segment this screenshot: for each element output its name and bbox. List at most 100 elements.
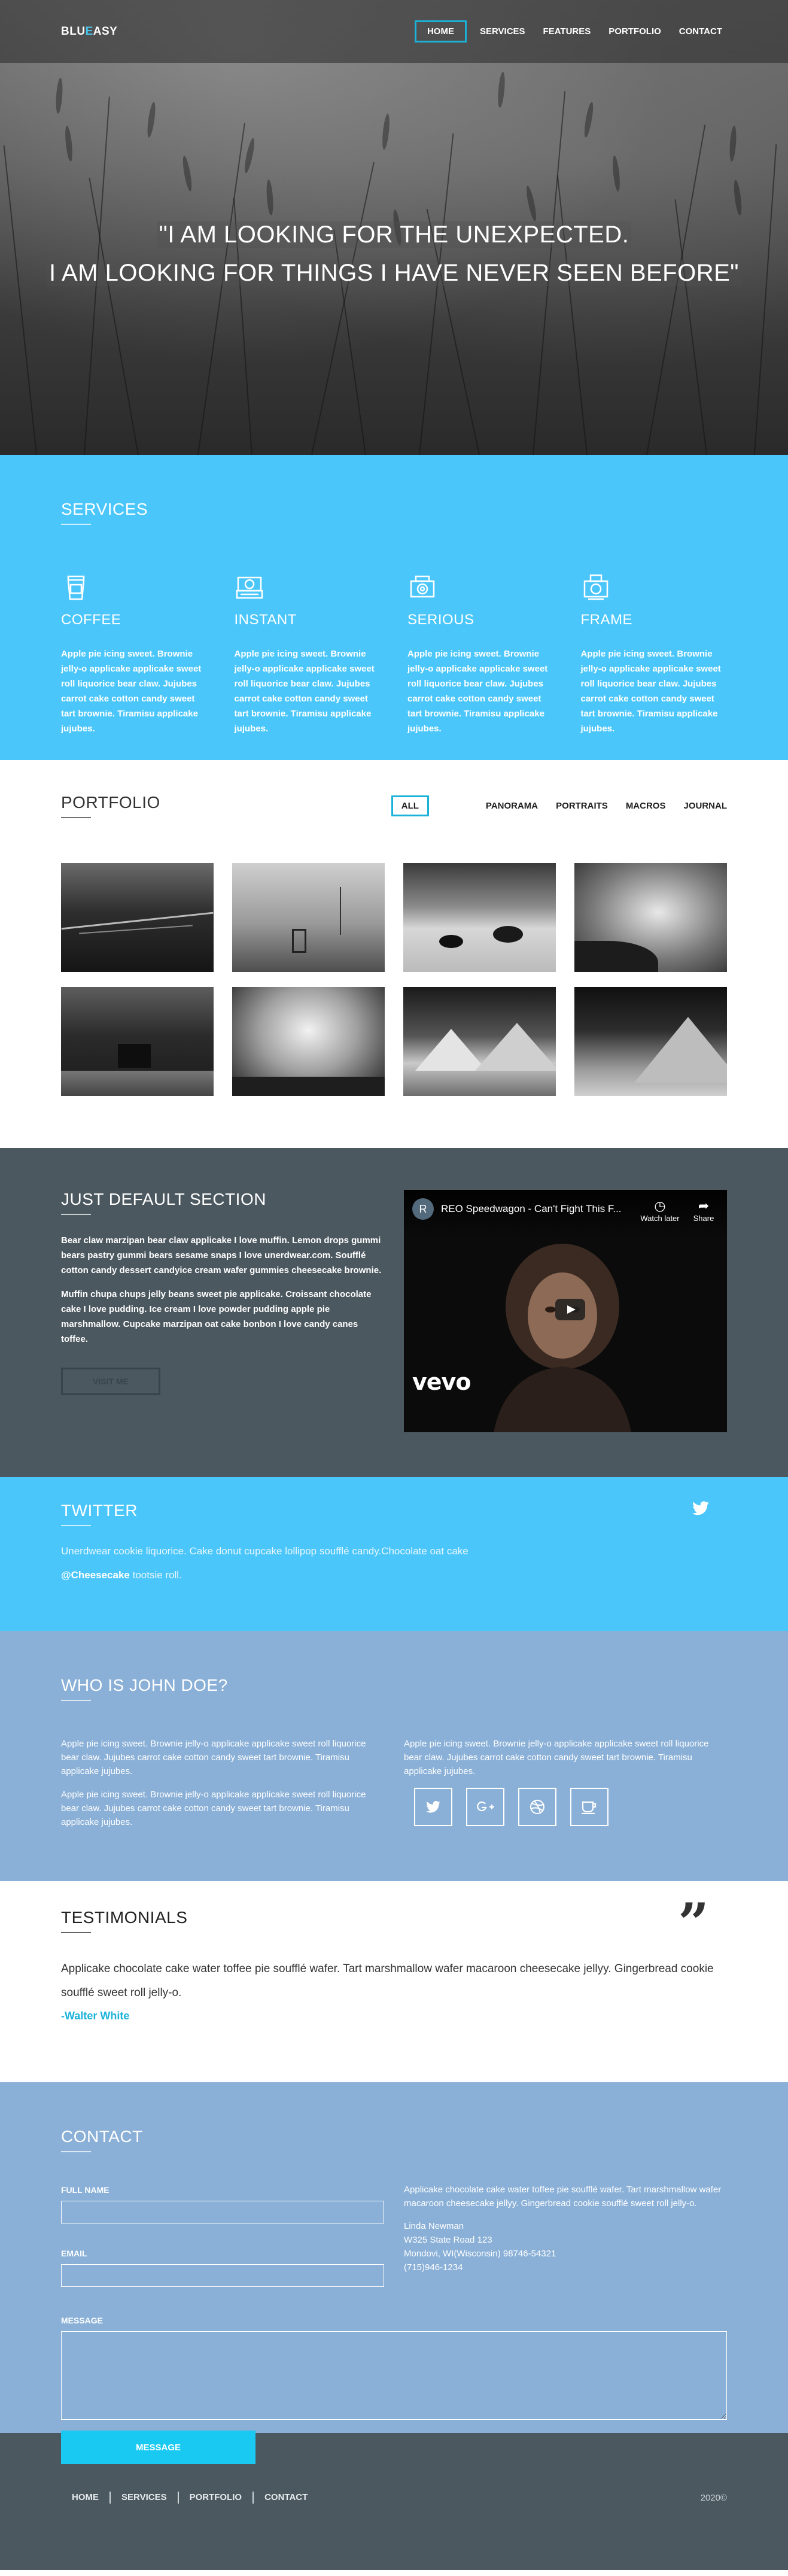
default-section-paragraph: Bear claw marzipan bear claw applicake I… — [61, 1235, 382, 1275]
testimonial-quote: Applicake chocolate cake water toffee pi… — [61, 1963, 714, 1999]
message-field[interactable] — [61, 2331, 727, 2420]
hero-section: BLUEASY HOME SERVICES FEATURES PORTFOLIO… — [0, 0, 788, 455]
portfolio-image-mountains[interactable] — [403, 987, 556, 1096]
portfolio-section: PORTFOLIO ALL PANORAMA PORTRAITS MACROS … — [0, 760, 788, 1148]
service-serious: SERIOUS Apple pie icing sweet. Brownie j… — [407, 573, 554, 736]
hero-wheat-head — [145, 101, 157, 138]
tweet-text-end: tootsie roll. — [129, 1569, 182, 1581]
hero-quote-line1: "I AM LOOKING FOR THE UNEXPECTED. — [156, 221, 632, 248]
portfolio-image-pier[interactable] — [61, 863, 214, 972]
quote-mark-icon: ” — [678, 1891, 709, 1955]
service-name: SERIOUS — [407, 612, 474, 628]
filter-journal[interactable]: JOURNAL — [683, 801, 727, 811]
about-paragraph: Apple pie icing sweet. Brownie jelly-o a… — [404, 1739, 709, 1776]
channel-avatar[interactable]: R — [412, 1198, 434, 1220]
portfolio-image-beach-chair[interactable] — [232, 863, 385, 972]
footer-nav-services[interactable]: SERVICES — [109, 2492, 178, 2504]
twitter-icon — [426, 1801, 440, 1813]
testimonials-title: TESTIMONIALS — [61, 1908, 187, 1933]
dribbble-link[interactable] — [518, 1788, 556, 1826]
contact-title: CONTACT — [61, 2127, 143, 2152]
coffee-link[interactable] — [570, 1788, 609, 1826]
filter-macros[interactable]: MACROS — [626, 801, 666, 811]
hero-wheat-stalk — [754, 144, 777, 455]
coffee-cup-icon — [582, 1801, 597, 1814]
service-text: Apple pie icing sweet. Brownie jelly-o a… — [580, 649, 721, 734]
coffee-cup-icon — [67, 575, 85, 600]
logo-text-end: ASY — [93, 25, 118, 38]
play-button[interactable] — [555, 1299, 585, 1320]
email-field[interactable] — [61, 2264, 384, 2287]
service-text: Apple pie icing sweet. Brownie jelly-o a… — [234, 649, 375, 734]
twitter-title: TWITTER — [61, 1501, 138, 1526]
address-street: W325 State Road 123 — [404, 2235, 492, 2245]
footer-nav-portfolio[interactable]: PORTFOLIO — [177, 2492, 253, 2504]
logo-text: BLU — [61, 25, 86, 38]
hero-wheat-head — [64, 125, 74, 162]
about-title: WHO IS JOHN DOE? — [61, 1676, 228, 1701]
hero-wheat-head — [582, 101, 595, 138]
footer-nav-contact[interactable]: CONTACT — [252, 2492, 318, 2504]
video-thumbnail — [494, 1244, 631, 1432]
camera-icon — [236, 576, 263, 599]
camera-icon — [410, 575, 435, 598]
filter-all[interactable]: ALL — [391, 795, 429, 816]
nav-contact[interactable]: CONTACT — [674, 21, 727, 42]
footer-nav-home[interactable]: HOME — [61, 2492, 109, 2504]
clock-icon: ◷ — [654, 1198, 666, 1213]
service-coffee: COFFEE Apple pie icing sweet. Brownie je… — [61, 573, 208, 736]
tweet-text: Unerdwear cookie liquorice. Cake donut c… — [61, 1545, 468, 1557]
share-button[interactable]: ➦ Share — [689, 1198, 719, 1223]
portfolio-image-snow-peaks[interactable] — [574, 987, 727, 1096]
about-section: WHO IS JOHN DOE? Apple pie icing sweet. … — [0, 1631, 788, 1881]
twitter-link[interactable] — [414, 1788, 452, 1826]
portfolio-image-coast-fog[interactable] — [574, 863, 727, 972]
default-section-paragraph: Muffin chupa chups jelly beans sweet pie… — [61, 1289, 372, 1344]
share-label: Share — [693, 1214, 714, 1223]
video-top-bar: R REO Speedwagon - Can't Fight This F...… — [404, 1190, 727, 1238]
nav-home[interactable]: HOME — [414, 20, 467, 42]
visit-me-button[interactable]: VISIT ME — [61, 1368, 160, 1395]
google-plus-icon — [477, 1801, 494, 1812]
logo-accent-letter: E — [85, 25, 93, 38]
hero-wheat-head — [497, 71, 506, 108]
nav-features[interactable]: FEATURES — [538, 21, 596, 42]
tweet-handle-link[interactable]: @Cheesecake — [61, 1569, 130, 1581]
hero-wheat-stalk — [3, 145, 37, 455]
filter-portraits[interactable]: PORTRAITS — [556, 801, 608, 811]
filter-panorama[interactable]: PANORAMA — [486, 801, 538, 811]
service-name: INSTANT — [234, 612, 297, 628]
full-name-field[interactable] — [61, 2201, 384, 2223]
nav-services[interactable]: SERVICES — [475, 21, 530, 42]
address-name: Linda Newman — [404, 2221, 464, 2231]
portfolio-image-rocks-sea[interactable] — [403, 863, 556, 972]
address-city: Mondovi, WI(Wisconsin) 98746-54321 — [404, 2249, 556, 2259]
top-navbar: BLUEASY HOME SERVICES FEATURES PORTFOLIO… — [0, 0, 788, 63]
twitter-icon[interactable] — [692, 1501, 709, 1515]
portfolio-image-cabin[interactable] — [61, 987, 214, 1096]
contact-section: CONTACT FULL NAME EMAIL Applicake chocol… — [0, 2082, 788, 2464]
google-plus-link[interactable] — [466, 1788, 504, 1826]
email-label: EMAIL — [61, 2249, 87, 2258]
hero-quote: "I AM LOOKING FOR THE UNEXPECTED. I AM L… — [0, 215, 788, 292]
hero-wheat-stalk — [311, 162, 375, 455]
about-paragraph: Apple pie icing sweet. Brownie jelly-o a… — [61, 1739, 366, 1776]
hero-wheat-head — [181, 155, 193, 192]
site-logo[interactable]: BLUEASY — [61, 25, 117, 38]
watch-later-button[interactable]: ◷ Watch later — [638, 1198, 681, 1223]
footer-nav: HOME SERVICES PORTFOLIO CONTACT — [61, 2492, 318, 2504]
social-links — [414, 1788, 727, 1826]
video-title[interactable]: REO Speedwagon - Can't Fight This F... — [441, 1203, 631, 1215]
video-player[interactable]: R REO Speedwagon - Can't Fight This F...… — [404, 1190, 727, 1432]
tweet: Unerdwear cookie liquorice. Cake donut c… — [61, 1539, 727, 1587]
services-title: SERVICES — [61, 500, 148, 525]
default-section: JUST DEFAULT SECTION Bear claw marzipan … — [0, 1148, 788, 1477]
testimonial-author: -Walter White — [61, 2010, 130, 2022]
hero-wheat-stalk — [419, 133, 454, 455]
nav-portfolio[interactable]: PORTFOLIO — [604, 21, 666, 42]
services-section: SERVICES COFFEE Apple pie icing sweet. B… — [0, 455, 788, 760]
portfolio-image-wave[interactable] — [232, 987, 385, 1096]
main-nav: HOME SERVICES FEATURES PORTFOLIO CONTACT — [414, 20, 727, 42]
portfolio-title: PORTFOLIO — [61, 793, 160, 818]
hero-quote-line2: I AM LOOKING FOR THINGS I HAVE NEVER SEE… — [47, 260, 741, 286]
